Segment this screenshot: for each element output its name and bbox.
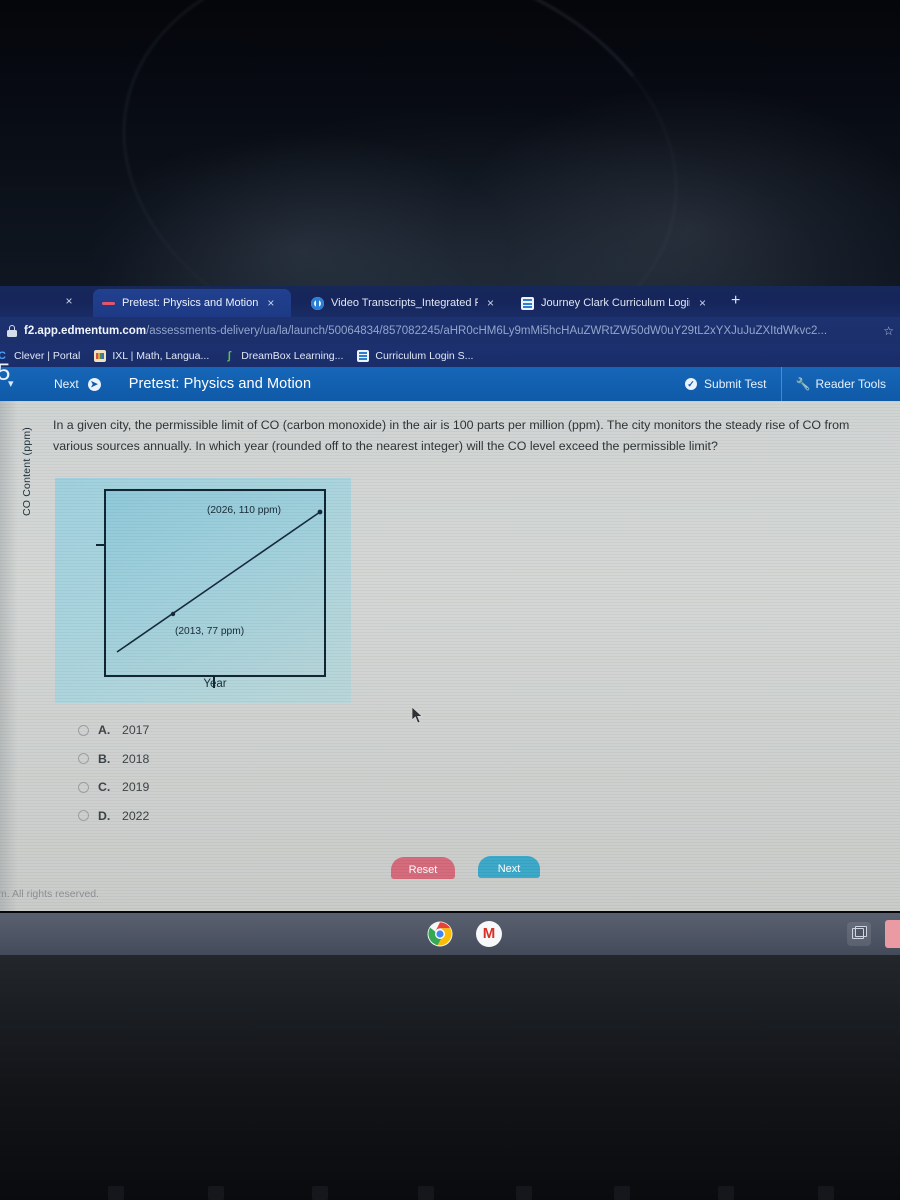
photographed-screen: × Pretest: Physics and Motion × Video Tr… bbox=[0, 0, 900, 1200]
answer-option-a[interactable]: A. 2017 bbox=[78, 716, 149, 745]
browser-tab-1-label: Video Transcripts_Integrated P bbox=[331, 297, 478, 309]
chart-trend-line bbox=[116, 509, 323, 653]
answer-option-d[interactable]: D. 2022 bbox=[78, 802, 149, 831]
check-circle-icon: ✓ bbox=[685, 378, 698, 390]
answer-option-b[interactable]: B. 2018 bbox=[78, 745, 149, 774]
bookmark-ixl[interactable]: IXL | Math, Langua... bbox=[94, 349, 210, 362]
answer-option-b-letter: B. bbox=[98, 751, 111, 766]
desktop-wallpaper bbox=[0, 0, 900, 414]
close-icon[interactable]: × bbox=[487, 296, 494, 310]
bookmark-dreambox[interactable]: ʃ DreamBox Learning... bbox=[223, 350, 343, 362]
browser-tab-2-label: Journey Clark Curriculum Login bbox=[541, 297, 690, 309]
copyright-text: m. All rights reserved. bbox=[0, 888, 99, 900]
mouse-cursor bbox=[412, 707, 423, 724]
header-actions: ✓ Submit Test 🔧 Reader Tools bbox=[671, 367, 900, 401]
bookmark-dreambox-label: DreamBox Learning... bbox=[241, 349, 344, 362]
browser-tab-0[interactable]: Pretest: Physics and Motion × bbox=[93, 289, 291, 317]
answer-option-a-letter: A. bbox=[98, 723, 111, 738]
bookmark-clever-label: Clever | Portal bbox=[14, 349, 81, 362]
answer-option-d-value: 2022 bbox=[122, 808, 150, 823]
next-button[interactable]: Next bbox=[478, 856, 540, 878]
bookmark-curriculum-label: Curriculum Login S... bbox=[375, 349, 474, 362]
curriculum-icon bbox=[357, 349, 370, 362]
close-icon[interactable]: × bbox=[699, 296, 706, 310]
radio-button-b[interactable] bbox=[78, 753, 89, 765]
browser-tab-0-label: Pretest: Physics and Motion bbox=[122, 297, 259, 309]
chart-point-label-low: (2013, 77 ppm) bbox=[175, 626, 245, 637]
tab-close-icon-leftmost[interactable]: × bbox=[62, 294, 76, 308]
url-path: /assessments-delivery/ua/la/launch/50064… bbox=[146, 324, 828, 337]
answer-options-list: A. 2017 B. 2018 C. 2019 D. 2022 bbox=[78, 716, 149, 830]
panel-left-shadow bbox=[0, 401, 18, 911]
arrow-right-circle-icon: ➤ bbox=[87, 377, 101, 391]
radio-button-d[interactable] bbox=[78, 810, 89, 822]
browser-tab-1[interactable]: Video Transcripts_Integrated P × bbox=[302, 289, 500, 317]
document-icon bbox=[521, 296, 534, 310]
chart-y-axis-label: CO Content (ppm) bbox=[21, 427, 33, 516]
bookmark-star-icon[interactable]: ☆ bbox=[883, 324, 894, 338]
dreambox-icon: ʃ bbox=[227, 349, 232, 362]
close-icon[interactable]: × bbox=[267, 296, 274, 310]
chrome-icon[interactable] bbox=[427, 921, 453, 947]
browser-tab-2[interactable]: Journey Clark Curriculum Login × bbox=[512, 289, 712, 317]
page-title: Pretest: Physics and Motion bbox=[128, 376, 312, 392]
new-tab-button[interactable]: + bbox=[731, 293, 740, 309]
window-switch-icon[interactable] bbox=[847, 922, 871, 946]
submit-test-button[interactable]: ✓ Submit Test bbox=[671, 367, 780, 401]
bookmark-curriculum[interactable]: Curriculum Login S... bbox=[357, 349, 474, 362]
reader-tools-button[interactable]: 🔧 Reader Tools bbox=[780, 367, 900, 401]
answer-option-b-value: 2018 bbox=[122, 751, 150, 766]
question-number-dropdown[interactable]: 5 ▾ bbox=[0, 361, 14, 390]
gmail-glyph: M bbox=[482, 925, 496, 942]
answer-option-d-letter: D. bbox=[98, 808, 111, 823]
answer-option-a-value: 2017 bbox=[122, 723, 150, 738]
reader-tools-label: Reader Tools bbox=[815, 377, 887, 391]
bookmark-clever[interactable]: C Clever | Portal bbox=[0, 350, 80, 362]
question-stem: In a given city, the permissible limit o… bbox=[53, 418, 850, 454]
dash-icon bbox=[102, 297, 115, 310]
laptop-bezel bbox=[0, 955, 900, 1200]
bookmarks-bar: C Clever | Portal IXL | Math, Langua... … bbox=[0, 344, 900, 367]
ixl-icon bbox=[94, 349, 107, 362]
browser-tab-strip: × Pretest: Physics and Motion × Video Tr… bbox=[0, 286, 900, 317]
chevron-down-icon: ▾ bbox=[8, 378, 14, 390]
url-host: f2.app.edmentum.com bbox=[24, 324, 147, 337]
radio-button-c[interactable] bbox=[78, 781, 89, 793]
globe-icon bbox=[311, 296, 324, 310]
answer-option-c-value: 2019 bbox=[122, 780, 150, 795]
address-bar[interactable]: f2.app.edmentum.com/assessments-delivery… bbox=[24, 325, 883, 337]
co-content-graph-figure: CO Content (ppm) Year (2026, 110 ppm) (2… bbox=[21, 427, 351, 703]
reset-button[interactable]: Reset bbox=[391, 857, 455, 879]
bookmark-ixl-label: IXL | Math, Langua... bbox=[112, 349, 210, 362]
gmail-icon[interactable]: M bbox=[476, 921, 502, 947]
wrench-icon: 🔧 bbox=[795, 377, 811, 391]
submit-test-label: Submit Test bbox=[704, 377, 767, 391]
chart-point-label-high: (2026, 110 ppm) bbox=[207, 505, 281, 516]
answer-option-c-letter: C. bbox=[98, 780, 111, 795]
next-question-label: Next bbox=[54, 377, 79, 391]
shelf-edge-indicator bbox=[885, 920, 900, 948]
answer-option-c[interactable]: C. 2019 bbox=[78, 773, 149, 802]
lock-icon bbox=[7, 324, 17, 337]
next-question-button[interactable]: Next ➤ bbox=[54, 377, 101, 391]
omnibox-row[interactable]: f2.app.edmentum.com/assessments-delivery… bbox=[0, 317, 900, 344]
assessment-header: 5 ▾ Next ➤ Pretest: Physics and Motion ✓… bbox=[0, 361, 900, 401]
radio-button-a[interactable] bbox=[78, 724, 89, 736]
